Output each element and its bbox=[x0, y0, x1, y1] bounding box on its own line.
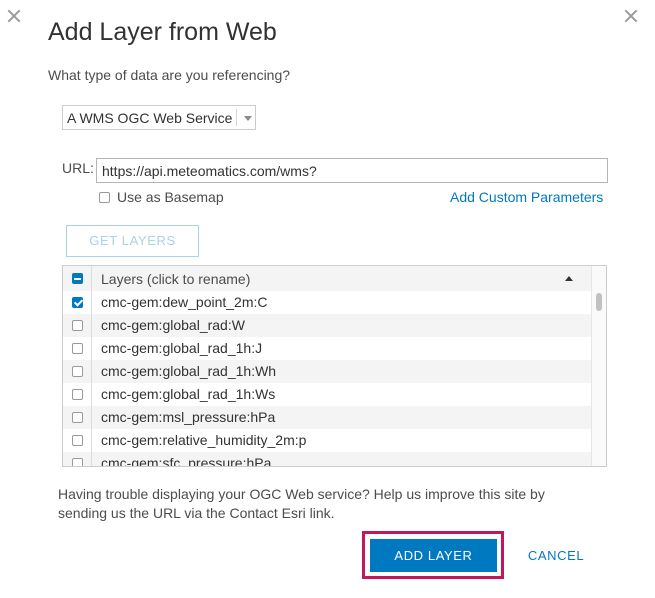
layer-row[interactable]: cmc-gem:msl_pressure:hPa bbox=[63, 406, 591, 429]
basemap-label: Use as Basemap bbox=[117, 189, 224, 205]
layer-name[interactable]: cmc-gem:global_rad_1h:J bbox=[101, 340, 262, 356]
layer-row[interactable]: cmc-gem:global_rad:W bbox=[63, 314, 591, 337]
basemap-checkbox[interactable] bbox=[99, 192, 110, 203]
help-text: Having trouble displaying your OGC Web s… bbox=[58, 486, 545, 521]
column-divider bbox=[91, 266, 92, 466]
layer-checkbox[interactable] bbox=[72, 366, 83, 377]
add-layer-button[interactable]: ADD LAYER bbox=[370, 539, 497, 572]
data-type-select[interactable]: A WMS OGC Web Service bbox=[62, 105, 256, 130]
add-custom-parameters-link[interactable]: Add Custom Parameters bbox=[450, 189, 603, 205]
chevron-down-icon bbox=[244, 116, 252, 121]
get-layers-button[interactable]: GET LAYERS bbox=[66, 225, 199, 257]
layer-row[interactable]: cmc-gem:global_rad_1h:Wh bbox=[63, 360, 591, 383]
layer-name[interactable]: cmc-gem:relative_humidity_2m:p bbox=[101, 432, 306, 448]
url-label: URL: bbox=[62, 160, 94, 176]
sort-ascending-icon[interactable] bbox=[565, 276, 573, 281]
scrollbar-thumb[interactable] bbox=[596, 293, 602, 311]
layers-grid: Layers (click to rename) cmc-gem:dew_poi… bbox=[62, 265, 607, 467]
layer-checkbox[interactable] bbox=[72, 343, 83, 354]
layer-name[interactable]: cmc-gem:sfc_pressure:hPa bbox=[101, 455, 271, 466]
scrollbar[interactable] bbox=[591, 266, 606, 466]
layers-column-header[interactable]: Layers (click to rename) bbox=[101, 271, 250, 287]
cancel-button[interactable]: CANCEL bbox=[515, 539, 597, 572]
layer-checkbox[interactable] bbox=[72, 435, 83, 446]
select-all-checkbox[interactable] bbox=[72, 273, 83, 284]
layer-checkbox[interactable] bbox=[72, 389, 83, 400]
layer-checkbox[interactable] bbox=[72, 412, 83, 423]
layer-name[interactable]: cmc-gem:global_rad_1h:Ws bbox=[101, 386, 275, 402]
layer-name[interactable]: cmc-gem:global_rad:W bbox=[101, 317, 245, 333]
layer-row[interactable]: cmc-gem:relative_humidity_2m:p bbox=[63, 429, 591, 452]
layer-row[interactable]: cmc-gem:dew_point_2m:C bbox=[63, 291, 591, 314]
layers-grid-header[interactable]: Layers (click to rename) bbox=[63, 266, 591, 291]
data-type-selected: A WMS OGC Web Service bbox=[67, 110, 233, 126]
select-divider bbox=[236, 109, 237, 126]
dialog-title: Add Layer from Web bbox=[48, 18, 277, 46]
data-type-question: What type of data are you referencing? bbox=[48, 67, 291, 83]
layer-name[interactable]: cmc-gem:dew_point_2m:C bbox=[101, 294, 268, 310]
layer-checkbox[interactable] bbox=[72, 458, 83, 466]
layer-checkbox[interactable] bbox=[72, 297, 83, 308]
close-icon[interactable] bbox=[624, 9, 638, 23]
layer-name[interactable]: cmc-gem:msl_pressure:hPa bbox=[101, 409, 275, 425]
layer-row[interactable]: cmc-gem:global_rad_1h:Ws bbox=[63, 383, 591, 406]
layer-row[interactable]: cmc-gem:global_rad_1h:J bbox=[63, 337, 591, 360]
url-input[interactable] bbox=[96, 158, 608, 183]
layer-name[interactable]: cmc-gem:global_rad_1h:Wh bbox=[101, 363, 276, 379]
close-icon[interactable] bbox=[7, 9, 21, 23]
layer-row[interactable]: cmc-gem:sfc_pressure:hPa bbox=[63, 452, 591, 466]
layer-checkbox[interactable] bbox=[72, 320, 83, 331]
